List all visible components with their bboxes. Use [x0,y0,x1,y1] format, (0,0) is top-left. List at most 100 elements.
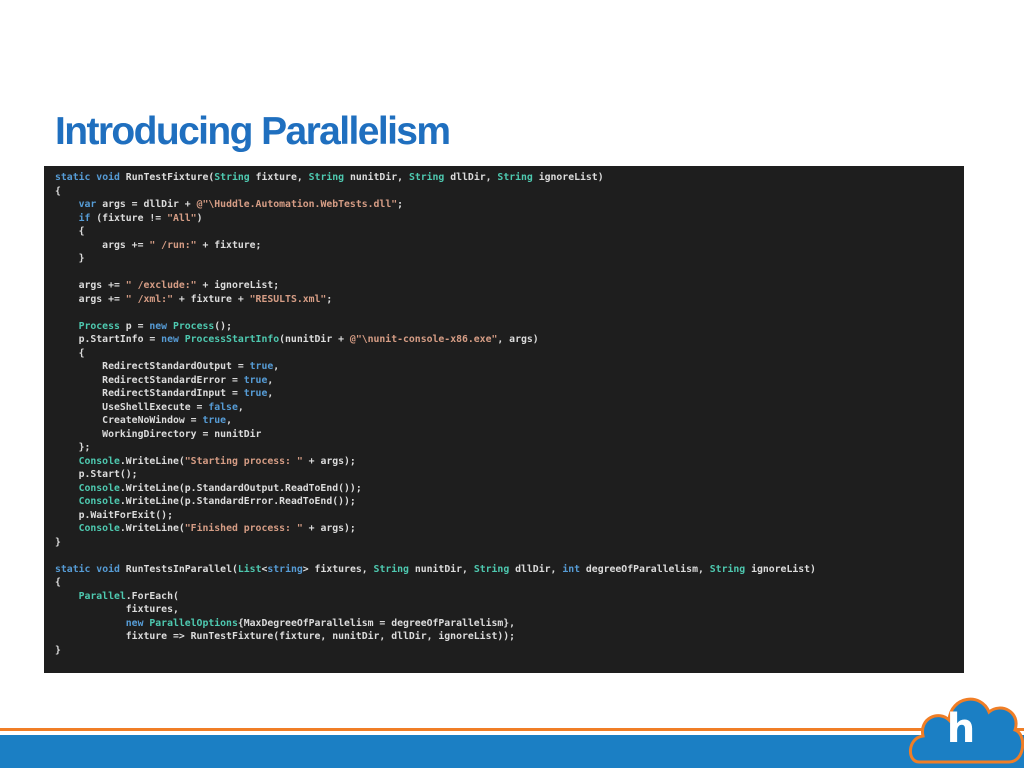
code-token: UseShellExecute = [55,401,209,413]
code-token: , args) [497,334,539,345]
code-token: > fixtures, [302,563,374,575]
code-token: args += [55,239,150,251]
code-token: + fixture; [196,239,262,251]
code-token: (nunitDir + [279,334,350,345]
code-token: string [267,563,303,575]
code-line: RedirectStandardOutput = true, [55,360,964,374]
code-token: , [226,415,232,426]
code-line: args += " /run:" + fixture; [55,239,964,253]
code-token: Process [78,320,120,332]
code-line: if (fixture != "All") [55,212,964,226]
code-token: ProcessStartInfo [184,334,280,345]
code-token: .WriteLine(p.StandardOutput.ReadToEnd())… [119,482,362,494]
code-token: Console [78,523,120,534]
code-token: String [709,563,746,575]
code-line: CreateNoWindow = true, [55,414,964,428]
code-line: } [55,252,964,266]
code-token: new [149,320,173,332]
code-screenshot: static void RunTestFixture(String fixtur… [44,166,964,673]
code-token: String [473,563,510,575]
code-line: fixtures, [55,603,964,617]
code-line: p.WaitForExit(); [55,509,964,523]
code-token: degreeOfParallelism, [580,563,710,575]
code-token: Console [78,455,120,467]
code-token: ignoreList) [532,172,604,183]
code-token: }; [55,442,91,453]
footer-band [0,735,1024,768]
code-token: dllDir, [509,563,563,575]
code-token: "Starting process: " [184,455,303,467]
footer-orange-line [0,728,1024,731]
code-line: { [55,347,964,361]
code-token: " /xml:" [125,293,173,305]
code-token: {MaxDegreeOfParallelism = degreeOfParall… [237,617,516,629]
code-line: args += " /xml:" + fixture + "RESULTS.xm… [55,293,964,307]
code-line: UseShellExecute = false, [55,401,964,415]
code-line: }; [55,441,964,455]
code-token: String [214,172,250,183]
code-line: new ParallelOptions{MaxDegreeOfParalleli… [55,617,964,631]
code-token: { [55,347,85,359]
code-token: if [78,212,91,224]
code-token: { [55,577,61,588]
code-token: false [208,401,238,413]
code-token: p.StartInfo = [55,334,162,345]
code-line: p.Start(); [55,468,964,482]
code-token: p.Start(); [55,469,138,480]
code-line: Console.WriteLine(p.StandardError.ReadTo… [55,495,964,509]
code-token: + fixture + [172,293,250,305]
code-line: { [55,185,964,199]
code-block: static void RunTestFixture(String fixtur… [55,171,964,657]
code-token: new [161,334,185,345]
code-token: } [55,253,85,264]
code-line: { [55,225,964,239]
code-line: p.StartInfo = new ProcessStartInfo(nunit… [55,333,964,347]
code-token: true [243,374,268,386]
code-line: static void RunTestsInParallel(List<stri… [55,563,964,577]
code-token: dllDir, [444,172,498,183]
code-token: String [373,563,409,575]
code-line: args += " /exclude:" + ignoreList; [55,279,964,293]
code-token: (fixture != [90,212,168,224]
code-line: Process p = new Process(); [55,320,964,334]
code-token: ; [326,293,333,305]
code-token: { [55,226,85,237]
code-token: " /exclude:" [125,280,197,291]
code-token: ) [196,212,203,224]
code-token: RedirectStandardError = [55,374,244,386]
code-token: ignoreList) [745,563,816,575]
code-token: Console [78,496,120,507]
code-token: Console [78,482,120,494]
code-token: args = dllDir + [96,199,197,210]
code-token: + args); [302,455,356,467]
code-token: Parallel [78,590,126,602]
code-line: var args = dllDir + @"\Huddle.Automation… [55,198,964,212]
code-token: { [55,185,61,197]
code-token: args += [55,293,126,305]
code-token: args += [55,280,126,291]
code-line: RedirectStandardError = true, [55,374,964,388]
code-token: true [249,361,274,372]
code-token: RunTestsInParallel( [125,563,238,575]
code-line: Console.WriteLine(p.StandardOutput.ReadT… [55,482,964,496]
code-token: static [55,563,97,575]
code-token: var [78,199,97,210]
code-token: "RESULTS.xml" [249,293,327,305]
code-token: WorkingDirectory = nunitDir [55,428,262,440]
code-token: "All" [167,212,197,224]
code-token: RedirectStandardOutput = [55,361,250,372]
code-token: .WriteLine( [119,455,185,467]
code-token: , [267,374,274,386]
code-token: true [202,415,227,426]
code-line: fixture => RunTestFixture(fixture, nunit… [55,630,964,644]
code-line: Console.WriteLine("Finished process: " +… [55,522,964,536]
code-line: { [55,576,964,590]
code-token: Process [172,320,215,332]
code-token: String [308,172,345,183]
